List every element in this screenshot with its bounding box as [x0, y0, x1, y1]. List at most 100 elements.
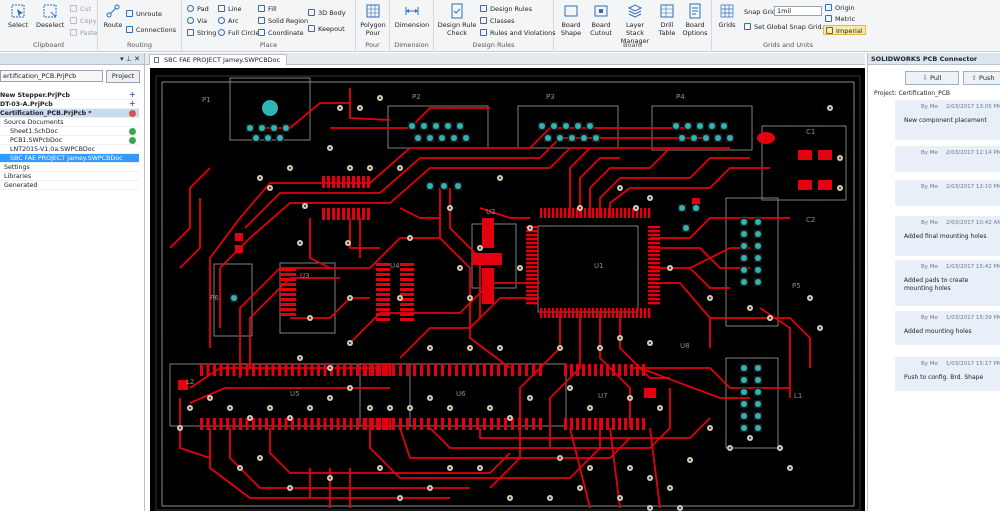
- drill-table-button[interactable]: Drill Table: [655, 3, 679, 37]
- push-button[interactable]: ⇧ Push: [963, 71, 1000, 85]
- smd-pad: [570, 364, 573, 376]
- commit-author: By Me: [921, 264, 938, 270]
- commit-item[interactable]: By Me 2/03/2017 10:42 AM Added final mount…: [895, 216, 1000, 256]
- tree-item[interactable]: Certification_PCB.PrjPcb *: [0, 109, 139, 118]
- label-l1: L1: [794, 392, 802, 400]
- smd-pad: [213, 418, 216, 430]
- via-button[interactable]: Via: [187, 16, 207, 26]
- tree-item[interactable]: PCB1.SWPcbDoc: [0, 136, 139, 145]
- design-rule-check-button[interactable]: Design Rule Check: [437, 3, 477, 37]
- board-options-button[interactable]: Board Options: [681, 3, 709, 37]
- through-hole-pad: [551, 123, 557, 129]
- through-hole-pad: [755, 413, 761, 419]
- commit-item[interactable]: By Me 1/03/2017 15:17 PM Push to config. B…: [895, 357, 1000, 391]
- design-rules-button[interactable]: Design Rules: [480, 4, 532, 14]
- tree-item[interactable]: Sheet1.SchDoc: [0, 127, 139, 136]
- imperial-button[interactable]: Imperial: [823, 25, 866, 35]
- smd-pad: [356, 364, 359, 376]
- 3d-body-button[interactable]: 3D Body: [308, 8, 346, 18]
- smd-pad: [606, 418, 609, 430]
- workspace-dropdown[interactable]: ertification_PCB.PrjPcb: [0, 70, 103, 82]
- through-hole-pad: [755, 279, 761, 285]
- commit-item[interactable]: By Me 2/03/2017 12:14 PM: [895, 146, 1000, 172]
- via-hole: [408, 406, 412, 410]
- commit-item[interactable]: By Me 1/03/2017 15:42 PM Added pads to cre…: [895, 260, 1000, 306]
- smd-pad: [399, 418, 402, 430]
- deselect-button[interactable]: Deselect: [36, 3, 64, 29]
- arc-button[interactable]: Arc: [218, 16, 239, 26]
- via-hole: [398, 166, 402, 170]
- string-button[interactable]: String: [187, 28, 216, 38]
- project-name-label: Project: Certification_PCB: [874, 90, 950, 97]
- grids-button[interactable]: Grids: [715, 3, 739, 29]
- smd-pad: [245, 364, 249, 376]
- through-hole-pad: [457, 123, 463, 129]
- tree-item[interactable]: SBC FAE PROJECT Jamey.SWPCBDoc: [0, 154, 139, 163]
- unroute-button[interactable]: Unroute: [126, 9, 162, 19]
- route-button[interactable]: Route: [101, 3, 125, 29]
- keepout-button[interactable]: Keepout: [308, 24, 345, 34]
- board-cutout-button[interactable]: Board Cutout: [587, 3, 615, 37]
- origin-button[interactable]: Origin: [825, 3, 855, 13]
- smd-pad: [252, 418, 255, 430]
- metric-button[interactable]: Metric: [825, 14, 855, 24]
- commit-item[interactable]: By Me 2/03/2017 12:10 PM: [895, 180, 1000, 206]
- tree-item[interactable]: Settings: [0, 163, 139, 172]
- through-hole-pad: [703, 135, 709, 141]
- label-u8: U8: [680, 342, 690, 350]
- snap-grid-input[interactable]: 1mil: [774, 6, 822, 16]
- board-shape-button[interactable]: Board Shape: [557, 3, 585, 37]
- commit-item[interactable]: By Me 2/03/2017 13:05 PM New component pla…: [895, 100, 1000, 140]
- classes-button[interactable]: Classes: [480, 16, 515, 26]
- smd-pad: [252, 364, 255, 376]
- layer-stack-manager-button[interactable]: Layer Stack Manager: [617, 3, 653, 45]
- project-button[interactable]: Project: [106, 70, 140, 83]
- copy-button[interactable]: Copy: [70, 16, 97, 26]
- through-hole-pad: [741, 279, 747, 285]
- pull-button[interactable]: ⇩ Pull: [905, 71, 959, 85]
- route-icon: [106, 4, 120, 18]
- pcb-canvas[interactable]: P1 P2 P3 P4 P5 P6 C1 C2 U1 U2 U3 U4 U5 U…: [150, 68, 865, 511]
- line-button[interactable]: Line: [218, 4, 242, 14]
- design-rules-group-label: Design Rules: [472, 41, 515, 49]
- tree-item[interactable]: New Stepper.PrjPcb +: [0, 91, 139, 100]
- via-hole: [648, 196, 652, 200]
- pin-icon[interactable]: ▾ ⊥ ✕: [120, 53, 140, 65]
- tree-item[interactable]: Source Documents: [0, 118, 139, 127]
- tree-item[interactable]: Libraries: [0, 172, 139, 181]
- rules-violations-button[interactable]: Rules and Violations: [480, 28, 556, 38]
- label-u3: U3: [300, 272, 310, 280]
- via-hole: [648, 476, 652, 480]
- via-hole: [838, 156, 842, 160]
- tree-item[interactable]: DT-03-A.PrjPcb +: [0, 100, 139, 109]
- select-button[interactable]: Select: [6, 3, 30, 29]
- via-hole: [578, 206, 582, 210]
- fill-button[interactable]: Fill: [258, 4, 277, 14]
- commit-item[interactable]: By Me 1/03/2017 15:39 PM Added mounting ho…: [895, 311, 1000, 345]
- connections-button[interactable]: Connections: [126, 25, 176, 35]
- set-global-snap-grid-button[interactable]: Set Global Snap Grid...: [744, 22, 828, 32]
- document-tab[interactable]: SBC FAE PROJECT Jamey.SWPCBDoc: [149, 54, 288, 65]
- tree-item[interactable]: LNT2015-V1.0a.SWPCBDoc: [0, 145, 139, 154]
- mounting-hole: [262, 100, 278, 116]
- coordinate-button[interactable]: Coordinate: [258, 28, 304, 38]
- pad-button[interactable]: Pad: [187, 4, 209, 14]
- dimension-button[interactable]: Dimension: [393, 3, 431, 29]
- paste-button[interactable]: Paste: [70, 28, 98, 38]
- smd-pad: [648, 302, 660, 305]
- via-hole: [288, 486, 292, 490]
- solid-region-button[interactable]: Solid Region: [258, 16, 308, 26]
- commit-date: 1/03/2017 15:17 PM: [945, 361, 1000, 367]
- add-icon[interactable]: +: [129, 91, 136, 99]
- via-hole: [428, 346, 432, 350]
- tree-item[interactable]: Generated: [0, 181, 139, 190]
- smd-pad: [648, 270, 660, 273]
- polygon-pour-button[interactable]: Polygon Pour: [358, 3, 388, 37]
- through-hole-pad: [409, 123, 415, 129]
- full-circle-button[interactable]: Full Circle: [218, 28, 259, 38]
- smd-pad: [526, 246, 538, 249]
- cut-icon: [70, 5, 77, 12]
- add-icon[interactable]: +: [129, 100, 136, 108]
- cut-button[interactable]: Cut: [70, 4, 91, 14]
- smd-pad: [413, 364, 416, 376]
